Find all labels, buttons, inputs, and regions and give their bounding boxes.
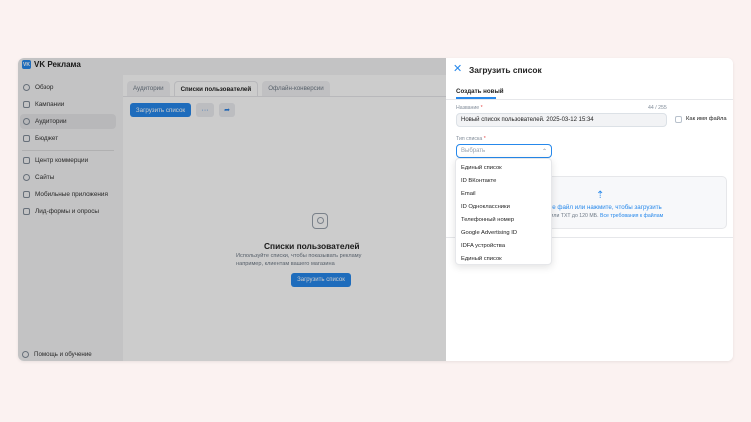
name-char-counter: 44 / 255	[648, 105, 667, 111]
chevron-up-icon: ⌃	[541, 148, 547, 155]
list-type-label: Тип списка *	[456, 136, 486, 142]
dropdown-option[interactable]: Единый список	[456, 161, 551, 174]
list-type-dropdown: Единый список ID ВКонтакте Email ID Одно…	[455, 158, 552, 265]
dropzone-text: ите файл или нажмите, чтобы загрузить	[546, 204, 662, 211]
close-icon[interactable]: ✕	[453, 64, 462, 75]
dropdown-option[interactable]: IDFA устройства	[456, 239, 551, 252]
dropdown-option[interactable]: Google Advertising ID	[456, 226, 551, 239]
tab-create-new[interactable]: Создать новый	[456, 88, 504, 95]
filename-checkbox[interactable]	[675, 116, 682, 123]
dropzone-subtext: T или TXT до 120 МБ. Все требования к фа…	[546, 213, 664, 219]
filename-checkbox-label[interactable]: Как имя файла	[686, 116, 727, 122]
select-placeholder: Выбрать	[461, 148, 486, 154]
modal-overlay[interactable]	[18, 58, 446, 361]
dropdown-option[interactable]: Email	[456, 187, 551, 200]
name-label: Название *	[456, 105, 483, 111]
dropdown-option[interactable]: ID Одноклассники	[456, 200, 551, 213]
panel-title: Загрузить список	[469, 65, 542, 75]
dropdown-option[interactable]: Единый список	[456, 252, 551, 265]
app-window: VK VK Реклама Обзор Кампании Аудитории Б…	[18, 58, 733, 361]
background-app: VK VK Реклама Обзор Кампании Аудитории Б…	[18, 58, 446, 361]
upload-icon: ⇡	[596, 190, 605, 201]
panel-tabs-divider	[446, 99, 733, 100]
list-type-select[interactable]: Выбрать ⌃	[456, 144, 552, 158]
dropdown-option[interactable]: Телефонный номер	[456, 213, 551, 226]
dropdown-option[interactable]: ID ВКонтакте	[456, 174, 551, 187]
list-name-input[interactable]: Новый список пользователей. 2025-03-12 1…	[456, 113, 667, 127]
file-requirements-link[interactable]: Все требования к файлам	[600, 213, 663, 219]
upload-list-panel: ✕ Загрузить список Создать новый Названи…	[446, 58, 733, 361]
